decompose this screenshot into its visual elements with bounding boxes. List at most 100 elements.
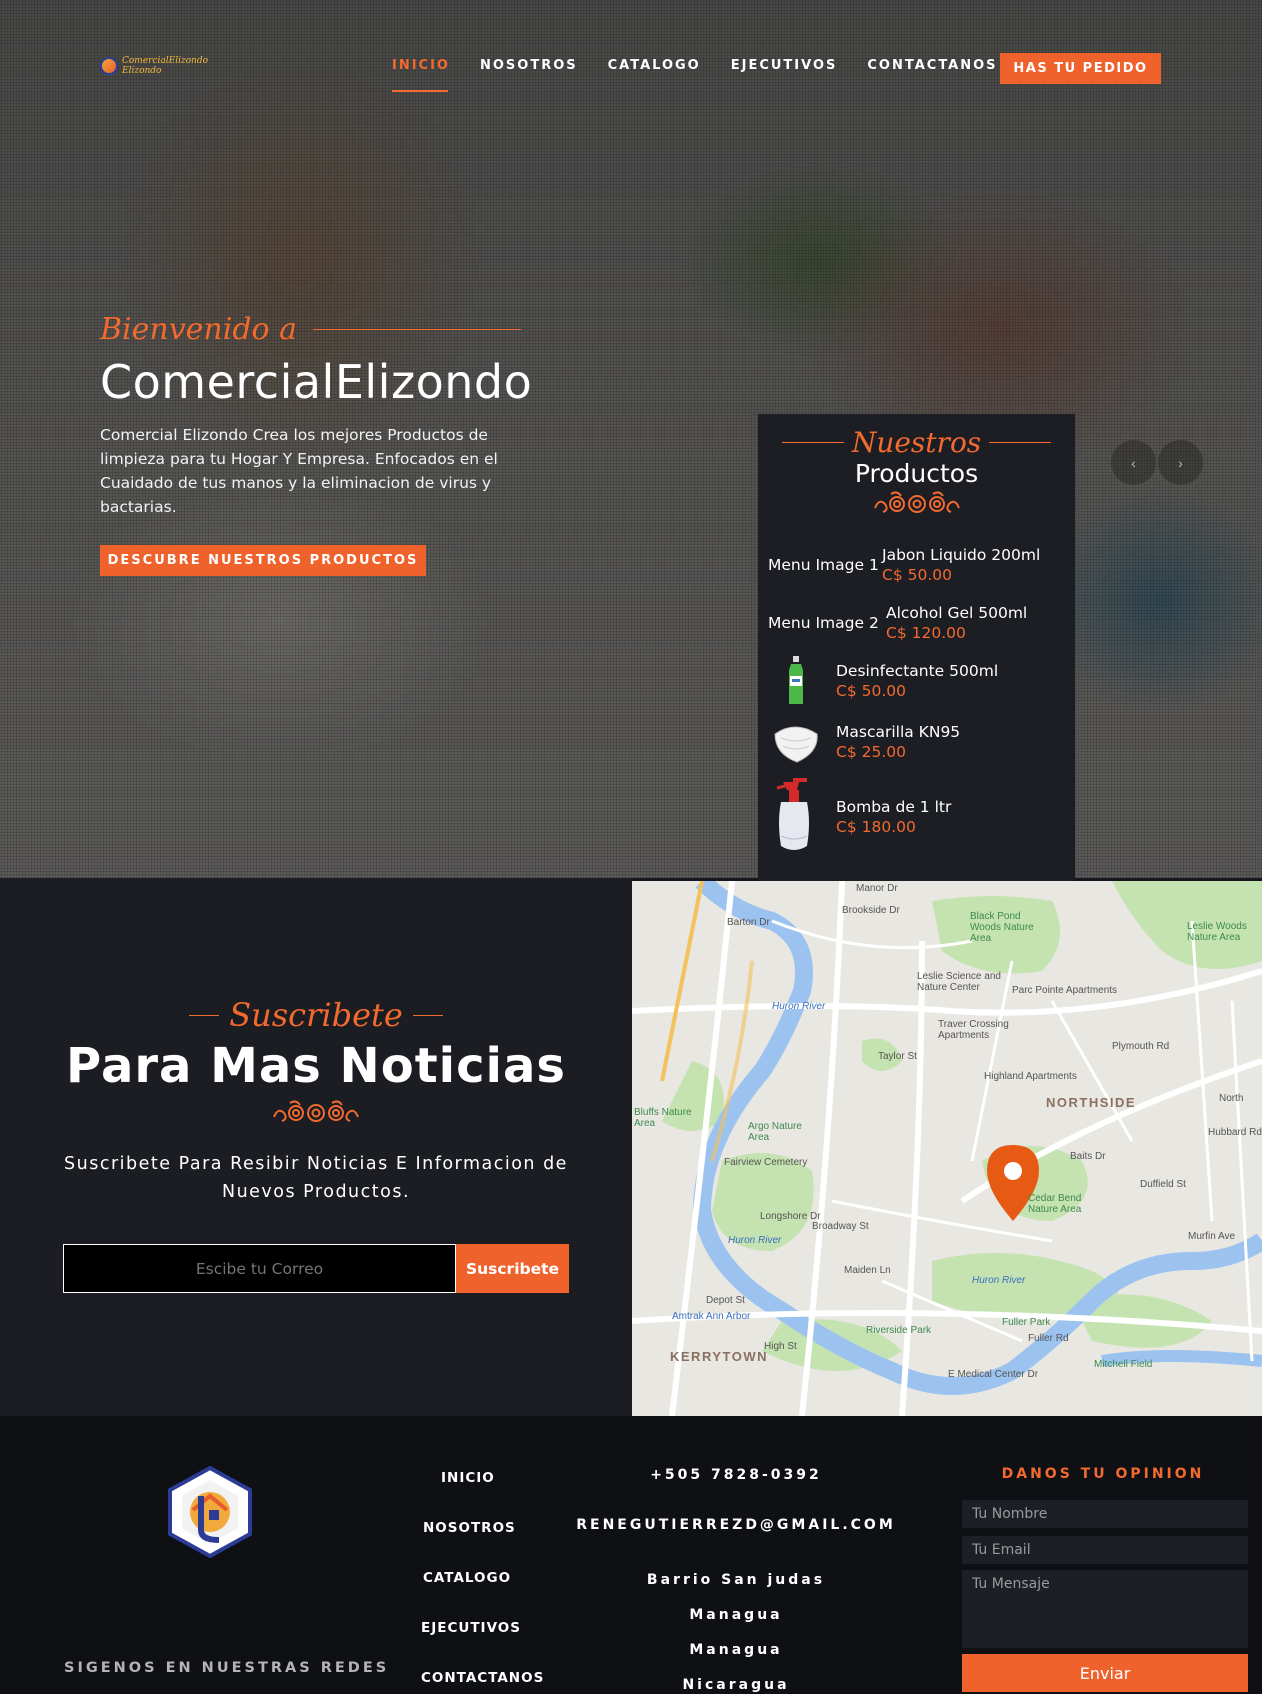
order-button[interactable]: HAS TU PEDIDO <box>1000 53 1161 84</box>
email-input[interactable] <box>63 1244 456 1293</box>
map-label: Leslie Woods Nature Area <box>1187 921 1247 943</box>
site-footer: SIGENOS EN NUESTRAS REDES INICIO NOSOTRO… <box>0 1416 1262 1694</box>
divider-line <box>781 442 844 443</box>
map-label: Cedar Bend Nature Area <box>1028 1193 1082 1215</box>
footer-link-nosotros[interactable]: NOSOTROS <box>423 1520 516 1536</box>
email-field[interactable] <box>962 1536 1248 1564</box>
hero-description: Comercial Elizondo Crea los mejores Prod… <box>100 426 498 516</box>
location-map[interactable]: Manor Dr Brookside Dr Barton Dr Black Po… <box>632 881 1262 1416</box>
send-button[interactable]: Enviar <box>962 1654 1248 1692</box>
product-item[interactable]: Desinfectante 500ml C$ 50.00 <box>758 652 1075 710</box>
map-label: Fairview Cemetery <box>724 1157 808 1168</box>
product-image-alt: Menu Image 1 <box>768 556 879 574</box>
footer-link-contactanos[interactable]: CONTACTANOS <box>421 1670 544 1686</box>
map-label: Huron River <box>772 1001 826 1012</box>
subscribe-title: Para Mas Noticias <box>66 1038 566 1094</box>
footer-logo[interactable] <box>165 1465 255 1563</box>
product-name: Alcohol Gel 500ml <box>886 604 1028 622</box>
map-label: Amtrak Ann Arbor <box>672 1311 751 1322</box>
map-label: Leslie Science and Nature Center <box>917 971 1001 993</box>
product-item[interactable]: Menu Image 2 Alcohol Gel 500ml C$ 120.00 <box>758 594 1075 652</box>
map-label: Broadway St <box>812 1221 869 1232</box>
top-nav: ComercialElizondo Elizondo INICIO NOSOTR… <box>0 0 1262 140</box>
product-image-alt: Menu Image 2 <box>768 614 879 632</box>
products-title: Productos <box>854 459 979 488</box>
product-price: C$ 120.00 <box>886 624 966 642</box>
product-item[interactable]: Menu Image 1 Jabon Liquido 200ml C$ 50.0… <box>758 536 1075 594</box>
address-line: Nicaragua <box>682 1677 790 1693</box>
nav-item-nosotros[interactable]: NOSOTROS <box>480 58 578 94</box>
nav-item-ejecutivos[interactable]: EJECUTIVOS <box>731 58 838 94</box>
chevron-right-icon[interactable]: › <box>1158 440 1203 485</box>
nav-item-inicio[interactable]: INICIO <box>392 58 450 94</box>
map-label: NORTHSIDE <box>1046 1095 1137 1110</box>
footer-link-ejecutivos[interactable]: EJECUTIVOS <box>421 1620 521 1636</box>
map-label: Baits Dr <box>1070 1151 1106 1162</box>
map-label: Black Pond Woods Nature Area <box>970 911 1034 944</box>
products-script-row: Nuestros <box>758 426 1075 459</box>
slider-controls: ‹ › <box>1111 440 1203 485</box>
subscribe-form: Suscribete <box>63 1244 569 1293</box>
footer-link-catalogo[interactable]: CATALOGO <box>423 1570 511 1586</box>
map-label: Hubbard Rd <box>1208 1127 1262 1138</box>
email-address[interactable]: RENEGUTIERREZD@GMAIL.COM <box>576 1517 896 1533</box>
subscribe-section: Suscribete Para Mas Noticias Suscribete … <box>0 878 632 1416</box>
map-label: Duffield St <box>1140 1179 1186 1190</box>
hero-title: ComercialElizondo <box>100 355 533 409</box>
map-label: Huron River <box>972 1275 1026 1286</box>
product-name: Bomba de 1 ltr <box>836 798 952 816</box>
product-item[interactable]: Bomba de 1 ltr C$ 180.00 <box>758 774 1075 860</box>
map-label: Barton Dr <box>727 917 770 928</box>
address-line: Barrio San judas <box>646 1572 826 1588</box>
product-price: C$ 50.00 <box>882 566 952 584</box>
map-label: Bluffs Nature Area <box>634 1107 692 1129</box>
product-price: C$ 25.00 <box>836 743 906 761</box>
subscribe-script: Suscribete <box>229 996 403 1034</box>
map-label: North <box>1219 1093 1244 1104</box>
product-info: Bomba de 1 ltr C$ 180.00 <box>836 798 951 836</box>
nav-item-catalogo[interactable]: CATALOGO <box>608 58 701 94</box>
discover-products-button[interactable]: DESCUBRE NUESTROS PRODUCTOS <box>100 545 426 576</box>
chevron-left-icon[interactable]: ‹ <box>1111 440 1156 485</box>
map-label: Maiden Ln <box>844 1265 891 1276</box>
main-menu: INICIO NOSOTROS CATALOGO EJECUTIVOS CONT… <box>392 58 1028 94</box>
phone-number[interactable]: +505 7828-0392 <box>576 1467 896 1483</box>
logo-text: ComercialElizondo Elizondo <box>122 56 209 76</box>
footer-link-inicio[interactable]: INICIO <box>441 1470 495 1486</box>
product-name: Mascarilla KN95 <box>836 723 961 741</box>
bottle-icon <box>768 653 824 709</box>
divider-line <box>989 442 1052 443</box>
brand-logo[interactable]: ComercialElizondo Elizondo <box>100 56 209 76</box>
map-canvas <box>632 881 1262 1416</box>
map-label: Brookside Dr <box>842 905 900 916</box>
subscribe-description: Suscribete Para Resibir Noticias E Infor… <box>64 1154 568 1202</box>
product-item[interactable]: Mascarilla KN95 C$ 25.00 <box>758 710 1075 774</box>
map-label: Manor Dr <box>856 883 898 894</box>
products-script: Nuestros <box>851 426 982 459</box>
product-name: Desinfectante 500ml <box>836 662 999 680</box>
map-label: Plymouth Rd <box>1112 1041 1170 1052</box>
opinion-title: DANOS TU OPINION <box>1001 1466 1205 1482</box>
subscribe-button[interactable]: Suscribete <box>456 1244 569 1293</box>
footer-logo-icon <box>168 1465 252 1559</box>
map-label: Fuller Rd <box>1028 1333 1069 1344</box>
map-label: Parc Pointe Apartments <box>1012 985 1118 996</box>
product-info: Mascarilla KN95 C$ 25.00 <box>836 723 960 761</box>
map-label: Traver Crossing Apartments <box>938 1019 1009 1041</box>
message-field[interactable] <box>962 1570 1248 1648</box>
address-line: Managua <box>689 1642 783 1658</box>
product-info: Alcohol Gel 500ml C$ 120.00 <box>886 604 1027 642</box>
nav-item-contactanos[interactable]: CONTACTANOS <box>867 58 997 94</box>
sprayer-icon <box>768 778 824 850</box>
ornament-icon <box>873 491 960 513</box>
ornament-icon <box>758 488 1075 525</box>
map-label: Murfin Ave <box>1188 1231 1236 1242</box>
name-field[interactable] <box>962 1500 1248 1528</box>
products-header: Nuestros Productos <box>758 414 1075 525</box>
map-label: Taylor St <box>878 1051 917 1062</box>
map-label: KERRYTOWN <box>670 1349 768 1364</box>
logo-icon <box>100 57 118 75</box>
map-label: E Medical Center Dr <box>948 1369 1039 1380</box>
social-heading: SIGENOS EN NUESTRAS REDES <box>64 1660 390 1676</box>
products-panel: Nuestros Productos Menu Image 1 Jabon Li… <box>758 414 1075 881</box>
